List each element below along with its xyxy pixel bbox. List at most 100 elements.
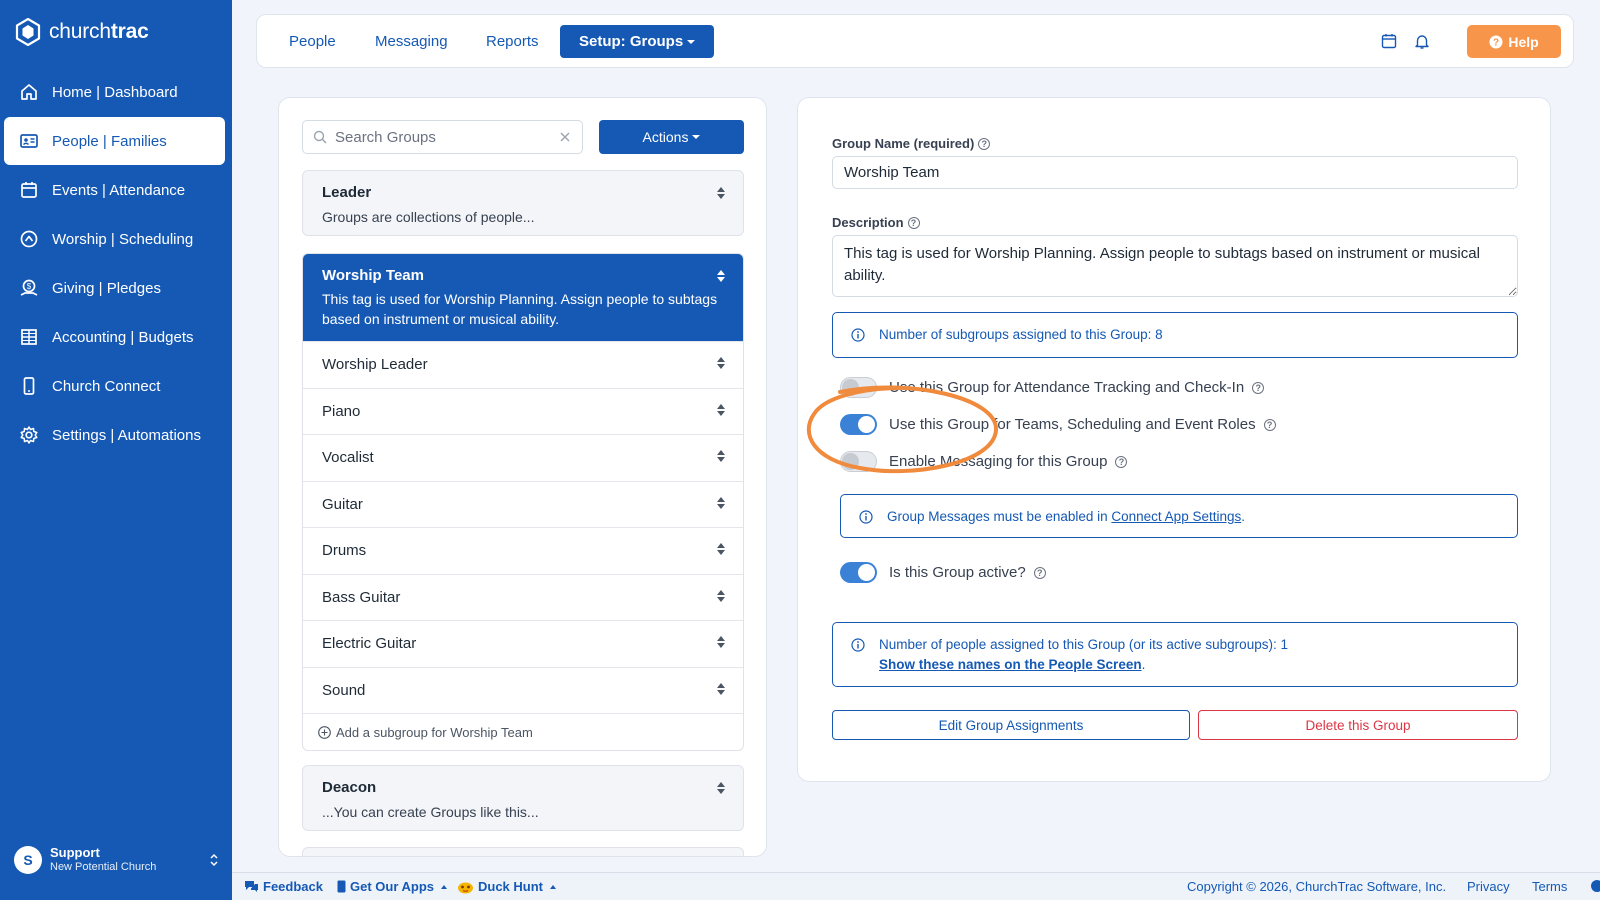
nav-worship[interactable]: Worship | Scheduling	[4, 215, 225, 263]
grid-icon	[18, 326, 40, 348]
subgroup-label: Vocalist	[322, 449, 374, 467]
sort-icon[interactable]	[717, 270, 725, 282]
group-deacon[interactable]: Deacon ...You can create Groups like thi…	[302, 765, 744, 831]
terms-link[interactable]: Terms	[1532, 879, 1567, 894]
connect-app-settings-link[interactable]: Connect App Settings	[1111, 509, 1241, 524]
duck-hunt-link[interactable]: Duck Hunt	[457, 879, 556, 894]
search-input[interactable]	[335, 128, 555, 146]
nav-settings[interactable]: Settings | Automations	[4, 411, 225, 459]
nav-accounting-label: Accounting | Budgets	[52, 328, 194, 346]
user-name: Support	[50, 845, 100, 860]
caret-up-icon	[441, 884, 448, 889]
nav-events[interactable]: Events | Attendance	[4, 166, 225, 214]
caret-down-icon	[692, 135, 701, 139]
sort-icon[interactable]	[717, 187, 725, 199]
description-field[interactable]: This tag is used for Worship Planning. A…	[832, 235, 1518, 297]
subgroup-label: Bass Guitar	[322, 588, 401, 606]
info-icon[interactable]	[1590, 879, 1600, 893]
delete-group-button[interactable]: Delete this Group	[1198, 710, 1518, 740]
nav-people[interactable]: People | Families	[4, 117, 225, 165]
sort-icon[interactable]	[717, 682, 725, 695]
nav-home-label: Home | Dashboard	[52, 83, 178, 101]
attendance-toggle[interactable]	[840, 377, 877, 398]
add-subgroup-link[interactable]: Add a subgroup for Worship Team	[303, 713, 743, 750]
nav-connect[interactable]: Church Connect	[4, 362, 225, 410]
edit-group-assignments-button[interactable]: Edit Group Assignments	[832, 710, 1190, 740]
caret-up-icon	[550, 884, 556, 889]
main-nav: Home | Dashboard People | Families Event…	[4, 68, 225, 460]
tab-messaging[interactable]: Messaging	[375, 25, 448, 58]
calendar-icon[interactable]	[1380, 32, 1398, 50]
info-icon	[851, 638, 865, 652]
gear-icon	[18, 424, 40, 446]
music-icon	[18, 228, 40, 250]
bell-icon[interactable]	[1413, 32, 1431, 50]
subgroup-label: Drums	[322, 542, 367, 560]
group-desc: Groups are collections of people...	[322, 209, 535, 225]
help-circle-icon[interactable]: ?	[1263, 418, 1276, 431]
nav-giving-label: Giving | Pledges	[52, 279, 161, 297]
nav-accounting[interactable]: Accounting | Budgets	[4, 313, 225, 361]
sort-icon[interactable]	[717, 543, 725, 555]
help-button[interactable]: ? Help	[1467, 25, 1561, 58]
attendance-toggle-row: Use this Group for Attendance Tracking a…	[840, 377, 1265, 398]
show-names-link[interactable]: Show these names on the People Screen	[879, 657, 1142, 672]
subgroup-label: Guitar	[322, 495, 363, 513]
sort-icon[interactable]	[717, 636, 725, 648]
svg-text:?: ?	[1493, 37, 1499, 48]
tab-setup-groups[interactable]: Setup: Groups	[560, 25, 715, 58]
tab-people[interactable]: People	[289, 25, 336, 58]
privacy-link[interactable]: Privacy	[1467, 879, 1510, 894]
avatar: S	[14, 845, 42, 874]
subgroup-vocalist[interactable]: Vocalist	[303, 434, 743, 481]
duck-icon	[458, 882, 473, 893]
actions-button[interactable]: Actions	[599, 120, 744, 154]
churchtrac-logo-icon	[15, 18, 41, 46]
subgroup-electric-guitar[interactable]: Electric Guitar	[303, 620, 743, 667]
help-circle-icon[interactable]: ?	[907, 216, 920, 229]
subgroup-piano[interactable]: Piano	[303, 387, 743, 434]
subgroup-drums[interactable]: Drums	[303, 527, 743, 574]
tab-reports[interactable]: Reports	[486, 25, 539, 58]
active-toggle-row: Is this Group active? ?	[840, 562, 1046, 583]
help-circle-icon[interactable]: ?	[978, 137, 991, 150]
nav-giving[interactable]: $ Giving | Pledges	[4, 264, 225, 312]
feedback-link[interactable]: Feedback	[244, 879, 323, 894]
sort-icon[interactable]	[717, 450, 725, 462]
home-icon	[18, 81, 40, 103]
subgroup-bass-guitar[interactable]: Bass Guitar	[303, 573, 743, 620]
subgroup-worship-leader[interactable]: Worship Leader	[303, 341, 743, 388]
sort-icon[interactable]	[717, 357, 725, 369]
group-leader[interactable]: Leader Groups are collections of people.…	[302, 170, 744, 236]
sort-icon[interactable]	[717, 496, 725, 509]
sort-icon[interactable]	[717, 403, 725, 416]
close-icon[interactable]	[559, 131, 571, 143]
help-circle-icon[interactable]: ?	[1115, 455, 1128, 468]
phone-icon	[18, 375, 40, 397]
group-worship-team-header[interactable]: Worship Team This tag is used for Worshi…	[303, 254, 743, 341]
chevron-up-down-icon	[210, 853, 218, 866]
user-menu[interactable]: S Support New Potential Church	[14, 845, 220, 874]
help-circle-icon[interactable]: ?	[1033, 566, 1046, 579]
search-groups[interactable]	[302, 120, 583, 154]
churchtrac-logo[interactable]: churchtrac	[14, 18, 149, 46]
nav-events-label: Events | Attendance	[52, 181, 186, 199]
subgroup-label: Electric Guitar	[322, 635, 417, 653]
group-desc: This tag is used for Worship Planning. A…	[322, 291, 718, 327]
copyright: Copyright © 2026, ChurchTrac Software, I…	[1187, 879, 1447, 894]
subgroup-guitar[interactable]: Guitar	[303, 480, 743, 527]
subgroup-sound[interactable]: Sound	[303, 666, 743, 713]
sort-icon[interactable]	[717, 589, 725, 602]
messaging-toggle[interactable]	[840, 451, 877, 472]
scheduling-toggle-label: Use this Group for Teams, Scheduling and…	[889, 416, 1256, 433]
help-circle-icon[interactable]: ?	[1252, 381, 1265, 394]
group-next-partial[interactable]	[302, 847, 744, 856]
info-icon	[851, 328, 865, 342]
active-toggle[interactable]	[840, 562, 877, 583]
get-apps-link[interactable]: Get Our Apps	[337, 879, 448, 894]
scheduling-toggle[interactable]	[840, 414, 877, 435]
sort-icon[interactable]	[717, 782, 725, 794]
nav-worship-label: Worship | Scheduling	[52, 230, 194, 248]
group-name-field[interactable]	[832, 156, 1518, 189]
nav-home[interactable]: Home | Dashboard	[4, 68, 225, 116]
